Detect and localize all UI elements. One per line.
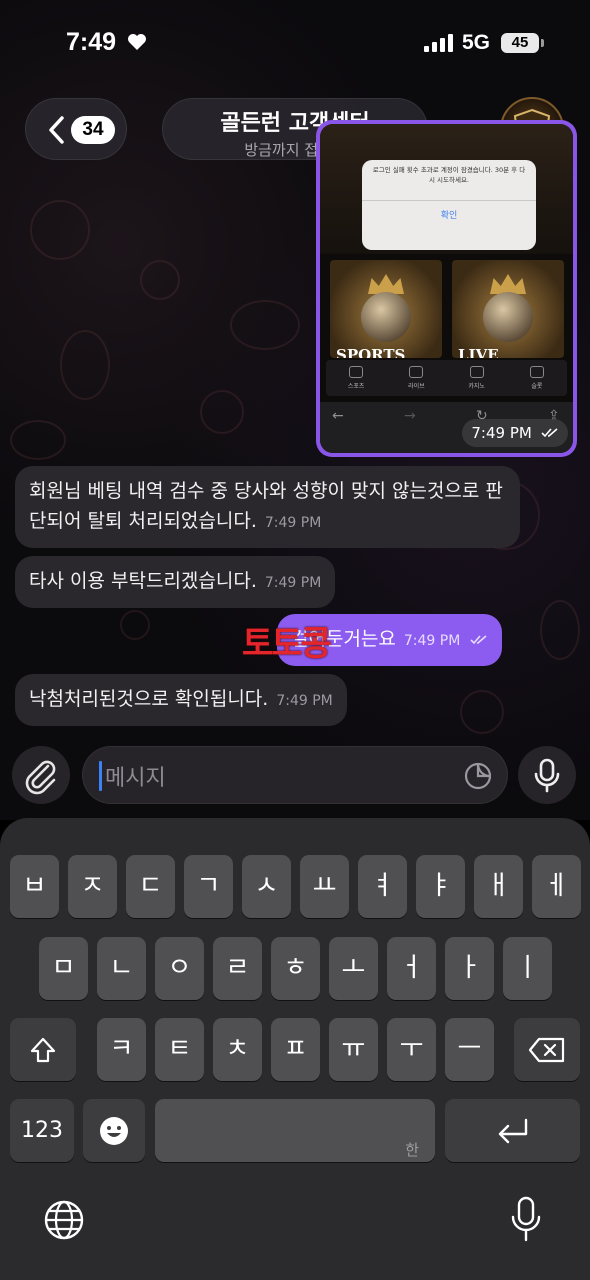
crown-icon xyxy=(368,274,404,294)
ball-icon xyxy=(361,292,411,342)
nav-item: 슬롯 xyxy=(515,366,559,390)
nav-item: 스포츠 xyxy=(334,366,378,390)
chevron-left-icon xyxy=(49,116,64,144)
key[interactable]: ㄷ xyxy=(126,855,175,918)
backspace-key[interactable] xyxy=(514,1018,580,1081)
sticker-icon[interactable] xyxy=(463,761,493,791)
microphone-icon xyxy=(534,758,560,793)
incoming-message[interactable]: 회원님 베팅 내역 검수 중 당사와 성향이 맞지 않는것으로 판단되어 탈퇴 … xyxy=(15,466,520,548)
key[interactable]: ㅗ xyxy=(329,937,378,1000)
heart-icon xyxy=(128,34,146,50)
message-time: 7:49 PM xyxy=(462,419,568,447)
message-input-placeholder: 메시지 xyxy=(105,766,166,791)
message-text: 타사 이용 부탁드리겠습니다. xyxy=(29,570,257,592)
watermark-text: 토토콩 xyxy=(242,624,332,664)
key[interactable]: ㄴ xyxy=(97,937,146,1000)
nav-item-label: 슬롯 xyxy=(531,383,543,390)
card-label: LIVE xyxy=(458,346,499,358)
paperclip-icon xyxy=(25,760,56,795)
key[interactable]: ㅕ xyxy=(358,855,407,918)
unread-count-badge: 34 xyxy=(71,116,115,144)
key[interactable]: ㄱ xyxy=(184,855,233,918)
status-time: 7:49 xyxy=(66,28,117,56)
nav-item-label: 스포츠 xyxy=(347,383,365,390)
voice-message-button[interactable] xyxy=(518,746,576,804)
key[interactable]: ㅅ xyxy=(242,855,291,918)
globe-icon[interactable] xyxy=(42,1198,86,1242)
battery-tip xyxy=(541,39,544,47)
double-check-icon xyxy=(541,428,558,438)
key[interactable]: ㅣ xyxy=(503,937,552,1000)
key[interactable]: ㅎ xyxy=(271,937,320,1000)
message-time: 7:49 PM xyxy=(264,515,322,531)
key[interactable]: ㅈ xyxy=(68,855,117,918)
key[interactable]: ㅇ xyxy=(155,937,204,1000)
key[interactable]: ㅁ xyxy=(39,937,88,1000)
return-icon xyxy=(498,1118,528,1144)
emoji-key[interactable] xyxy=(83,1099,145,1162)
key[interactable]: ㅂ xyxy=(10,855,59,918)
status-bar: 7:49 5G 45 xyxy=(0,0,590,88)
key[interactable]: ㅍ xyxy=(271,1018,320,1081)
text-caret xyxy=(99,761,102,791)
battery-icon: 45 xyxy=(501,33,539,53)
numbers-key[interactable]: 123 xyxy=(10,1099,74,1162)
message-input[interactable]: 메시지 xyxy=(82,746,508,804)
shift-icon xyxy=(30,1037,56,1063)
divider xyxy=(362,200,536,201)
key[interactable]: ㄹ xyxy=(213,937,262,1000)
alert-dialog: 로그인 실패 횟수 초과로 계정이 잠겼습니다. 30분 후 다시 시도하세요.… xyxy=(362,160,536,250)
ball-icon xyxy=(483,292,533,342)
key[interactable]: ㅛ xyxy=(300,855,349,918)
emoji-icon xyxy=(100,1117,128,1145)
key[interactable]: ㅏ xyxy=(445,937,494,1000)
nav-item: 라이브 xyxy=(394,366,438,390)
key[interactable]: ㅓ xyxy=(387,937,436,1000)
nav-item: 카지노 xyxy=(455,366,499,390)
screenshot-image[interactable]: 로그인 실패 횟수 초과로 계정이 잠겼습니다. 30분 후 다시 시도하세요.… xyxy=(320,124,573,453)
game-nav-bar: 스포츠 라이브 카지노 슬롯 xyxy=(326,360,567,396)
arrow-left-icon: ← xyxy=(332,408,344,424)
space-key[interactable]: 한 xyxy=(155,1099,435,1162)
message-time: 7:49 PM xyxy=(264,575,322,591)
card-label: SPORTS xyxy=(336,346,406,358)
key[interactable]: ㅐ xyxy=(474,855,523,918)
crown-icon xyxy=(490,274,526,294)
dictation-mic-icon[interactable] xyxy=(510,1196,542,1242)
message-time: 7:49 PM xyxy=(276,693,333,709)
sports-card: SPORTS xyxy=(330,260,442,358)
space-language-hint: 한 xyxy=(405,1141,419,1159)
live-card: LIVE xyxy=(452,260,564,358)
key[interactable]: ㅜ xyxy=(387,1018,436,1081)
key[interactable]: ㅑ xyxy=(416,855,465,918)
alert-ok-label: 확인 xyxy=(440,211,458,221)
key[interactable]: ㅠ xyxy=(329,1018,378,1081)
key[interactable]: ㅡ xyxy=(445,1018,494,1081)
alert-dialog-text: 로그인 실패 횟수 초과로 계정이 잠겼습니다. 30분 후 다시 시도하세요. xyxy=(372,166,526,184)
backspace-icon xyxy=(528,1037,565,1063)
attach-button[interactable] xyxy=(12,746,70,804)
key[interactable]: ㅌ xyxy=(155,1018,204,1081)
network-type: 5G xyxy=(462,31,491,54)
incoming-message[interactable]: 타사 이용 부탁드리겠습니다. 7:49 PM xyxy=(15,556,336,608)
incoming-message[interactable]: 낙첨처리된것으로 확인됩니다. 7:49 PM xyxy=(15,674,347,726)
double-check-icon xyxy=(470,635,487,645)
signal-icon xyxy=(424,34,454,52)
shift-key[interactable] xyxy=(10,1018,76,1081)
key[interactable]: ㅊ xyxy=(213,1018,262,1081)
image-message-bubble[interactable]: 로그인 실패 횟수 초과로 계정이 잠겼습니다. 30분 후 다시 시도하세요.… xyxy=(316,120,577,457)
nav-item-label: 카지노 xyxy=(468,383,485,390)
key[interactable]: ㅔ xyxy=(532,855,581,918)
arrow-right-icon: → xyxy=(404,408,416,424)
message-text: 낙첨처리된것으로 확인됩니다. xyxy=(29,688,269,710)
return-key[interactable] xyxy=(445,1099,580,1162)
key[interactable]: ㅋ xyxy=(97,1018,146,1081)
message-time: 7:49 PM xyxy=(403,633,461,649)
back-button[interactable]: 34 xyxy=(25,98,127,160)
nav-item-label: 라이브 xyxy=(408,383,425,390)
